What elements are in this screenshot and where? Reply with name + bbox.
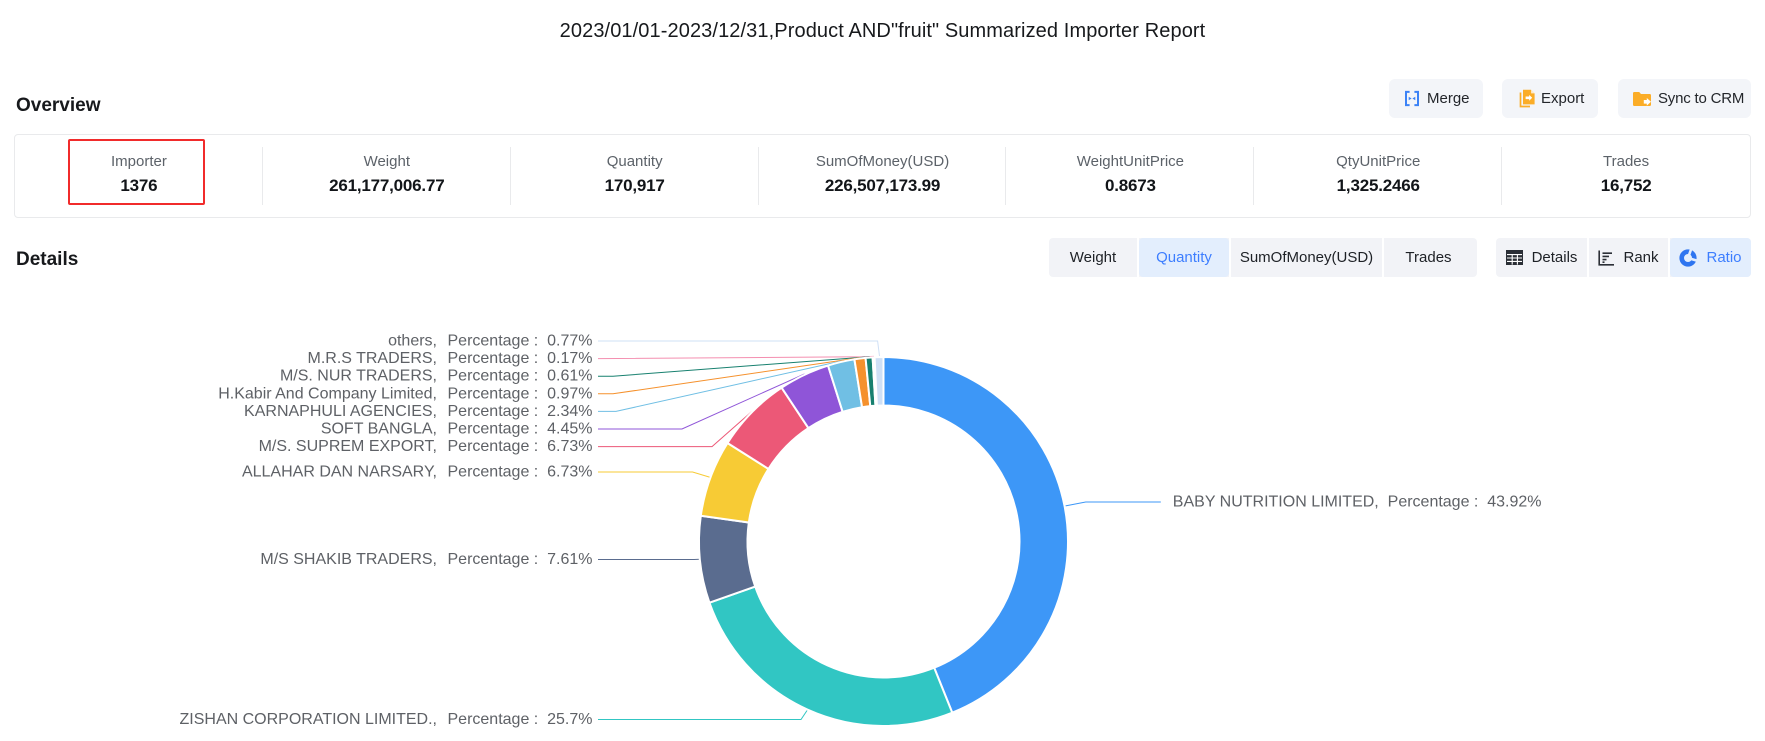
svg-text:Percentage : 0.77%: Percentage : 0.77% [448,333,593,350]
svg-text:Percentage : 7.61%: Percentage : 7.61% [448,551,593,568]
svg-text:others,: others, [388,333,437,350]
svg-text:M/S. NUR TRADERS,: M/S. NUR TRADERS, [280,368,437,385]
svg-text:SOFT BANGLA,: SOFT BANGLA, [321,421,437,438]
svg-text:M/S SHAKIB TRADERS,: M/S SHAKIB TRADERS, [260,551,437,568]
svg-text:Percentage : 0.97%: Percentage : 0.97% [448,385,593,402]
svg-text:Percentage : 0.17%: Percentage : 0.17% [448,350,593,367]
svg-text:Percentage : 0.61%: Percentage : 0.61% [448,368,593,385]
svg-text:Percentage : 6.73%: Percentage : 6.73% [448,438,593,455]
svg-text:ZISHAN CORPORATION LIMITED.,: ZISHAN CORPORATION LIMITED., [180,711,438,728]
svg-text:Percentage : 6.73%: Percentage : 6.73% [448,464,593,481]
svg-text:BABY NUTRITION LIMITED, Perce: BABY NUTRITION LIMITED, Percentage : 43.… [1173,494,1542,511]
svg-text:Percentage : 4.45%: Percentage : 4.45% [448,421,593,438]
svg-text:Percentage : 2.34%: Percentage : 2.34% [448,403,593,420]
svg-text:Percentage : 25.7%: Percentage : 25.7% [448,711,593,728]
svg-text:H.Kabir And Company Limited,: H.Kabir And Company Limited, [218,385,437,402]
svg-text:KARNAPHULI AGENCIES,: KARNAPHULI AGENCIES, [244,403,437,420]
svg-text:ALLAHAR DAN NARSARY,: ALLAHAR DAN NARSARY, [242,464,437,481]
svg-text:M/S. SUPREM EXPORT,: M/S. SUPREM EXPORT, [259,438,437,455]
svg-text:M.R.S TRADERS,: M.R.S TRADERS, [308,350,438,367]
